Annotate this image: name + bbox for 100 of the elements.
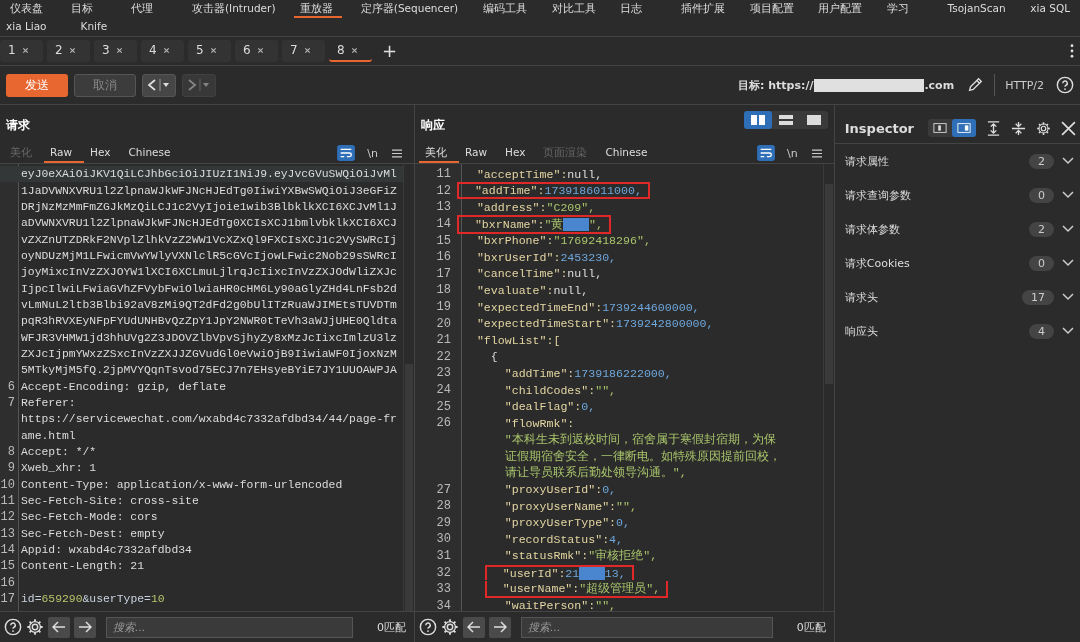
close-icon[interactable]: [209, 46, 217, 54]
editor-tab[interactable]: Chinese: [122, 143, 183, 163]
close-icon[interactable]: [68, 46, 76, 54]
tool-tab[interactable]: 定序器(Sequencer): [354, 0, 465, 18]
inspector-section-label[interactable]: 请求查询参数: [844, 187, 911, 203]
inspector-section-label[interactable]: 请求头: [844, 289, 878, 305]
newline-toggle[interactable]: \n: [367, 146, 378, 160]
close-icon[interactable]: [303, 46, 311, 54]
editor-tab[interactable]: Raw: [458, 143, 499, 163]
repeater-tab[interactable]: 1: [0, 40, 43, 62]
add-tab-button[interactable]: +: [376, 42, 404, 60]
help-icon[interactable]: [1056, 76, 1074, 94]
back-caret-icon[interactable]: [146, 78, 172, 92]
arrow-right-icon[interactable]: [78, 621, 92, 633]
tool-tab[interactable]: 重放器: [294, 0, 343, 18]
close-icon[interactable]: [350, 46, 358, 54]
chevron-down-icon[interactable]: [1062, 225, 1074, 233]
line-number: 16: [0, 575, 15, 590]
tool-tab[interactable]: Knife: [74, 18, 123, 36]
layout-toggle[interactable]: [743, 111, 828, 129]
repeater-tab[interactable]: 6: [235, 40, 278, 62]
protocol-label[interactable]: HTTP/2: [1005, 78, 1044, 92]
search-field[interactable]: 搜索...: [106, 616, 353, 638]
dock-toggle[interactable]: [928, 119, 976, 137]
tool-tab[interactable]: TsojanScan: [941, 0, 1012, 18]
tool-tab[interactable]: 插件扩展: [674, 0, 731, 18]
inspector-section-label[interactable]: 请求体参数: [844, 221, 900, 237]
menu-icon[interactable]: [811, 148, 822, 158]
collapse-icon[interactable]: [1011, 120, 1026, 136]
editor-tab[interactable]: Chinese: [599, 143, 660, 163]
repeater-tab[interactable]: 5: [188, 40, 231, 62]
next-match-button[interactable]: [74, 616, 96, 638]
edit-icon[interactable]: [966, 76, 985, 94]
inspector-section-label[interactable]: 请求属性: [844, 153, 889, 169]
previous-match-button[interactable]: [462, 616, 485, 638]
close-icon[interactable]: [21, 46, 29, 54]
chevron-down-icon[interactable]: [1062, 327, 1074, 335]
help-icon[interactable]: [4, 618, 22, 636]
inspector-title: Inspector: [844, 120, 914, 136]
repeater-tab[interactable]: 7: [282, 40, 325, 62]
side-by-side-layout-icon[interactable]: [743, 111, 772, 129]
repeater-tab[interactable]: 3: [94, 40, 137, 62]
line-number: 33: [436, 582, 451, 597]
tool-tab[interactable]: 项目配置: [743, 0, 800, 18]
chevron-down-icon[interactable]: [1062, 157, 1074, 165]
code-line: 请让导员联系后勤处领导沟通。",: [503, 465, 687, 481]
code-line: "cancelTime":null,: [475, 267, 603, 281]
tool-tab[interactable]: xia Liao: [0, 18, 53, 36]
previous-match-button[interactable]: [48, 616, 70, 638]
code-line: vZXZnUTZDRkF2NVplZlhkVzZ2WW1VcXZxQl9FXCIsXCJ1c2VySWRcIj: [20, 233, 397, 246]
tool-tab[interactable]: 目标: [64, 0, 113, 18]
editor-tab[interactable]: Hex: [84, 143, 123, 163]
code-line: id=659290&userType=10: [20, 593, 165, 606]
tool-tab[interactable]: 学习: [880, 0, 929, 18]
dock-right-icon[interactable]: [952, 119, 976, 137]
tool-tab[interactable]: 日志: [614, 0, 663, 18]
more-icon[interactable]: [1070, 44, 1074, 58]
tool-tab[interactable]: 攻击器(Intruder): [186, 0, 282, 18]
editor-tab[interactable]: Hex: [499, 143, 538, 163]
newline-toggle[interactable]: \n: [787, 146, 798, 160]
next-match-button[interactable]: [488, 616, 511, 638]
expand-icon[interactable]: [986, 120, 1001, 136]
tool-tab[interactable]: 仪表盘: [4, 0, 52, 18]
chevron-down-icon[interactable]: [1062, 191, 1074, 199]
help-icon[interactable]: [418, 618, 437, 636]
scrollbar[interactable]: [822, 164, 834, 611]
arrow-left-icon[interactable]: [466, 621, 481, 633]
menu-icon[interactable]: [391, 148, 402, 158]
line-number: 13: [436, 200, 451, 215]
match-count: 0匹配: [376, 619, 406, 635]
repeater-tab[interactable]: 4: [141, 40, 184, 62]
close-icon[interactable]: [162, 46, 170, 54]
settings-icon[interactable]: [440, 618, 459, 636]
close-icon[interactable]: [256, 46, 264, 54]
settings-icon[interactable]: [26, 618, 44, 636]
code-line: "本科生未到返校时间，宿舍属于寒假封宿期，为保: [503, 432, 776, 448]
line-number: 27: [436, 482, 451, 497]
tool-tab[interactable]: xia SQL: [1024, 0, 1076, 18]
scrollbar[interactable]: [402, 164, 414, 611]
tool-tab[interactable]: 用户配置: [812, 0, 869, 18]
close-icon[interactable]: [115, 46, 123, 54]
settings-icon[interactable]: [1036, 120, 1051, 136]
inspector-section-label[interactable]: 请求Cookies: [844, 255, 910, 271]
arrow-right-icon[interactable]: [492, 621, 507, 633]
repeater-tab[interactable]: 2: [47, 40, 90, 62]
inspector-section-label[interactable]: 响应头: [844, 323, 878, 339]
chevron-down-icon[interactable]: [1062, 293, 1074, 301]
arrow-left-icon[interactable]: [52, 621, 66, 633]
line-number: 11: [0, 494, 15, 509]
tool-tab[interactable]: 对比工具: [545, 0, 602, 18]
tool-tab[interactable]: 编码工具: [476, 0, 533, 18]
search-field[interactable]: 搜索...: [520, 616, 773, 638]
word-wrap-icon[interactable]: [337, 145, 356, 161]
back-button[interactable]: [142, 73, 176, 97]
chevron-down-icon[interactable]: [1062, 259, 1074, 267]
code-editor[interactable]: [0, 164, 414, 611]
line-number: 11: [436, 167, 451, 182]
word-wrap-icon[interactable]: [757, 145, 776, 161]
close-icon[interactable]: [1061, 120, 1076, 136]
tool-tab[interactable]: 代理: [125, 0, 174, 18]
